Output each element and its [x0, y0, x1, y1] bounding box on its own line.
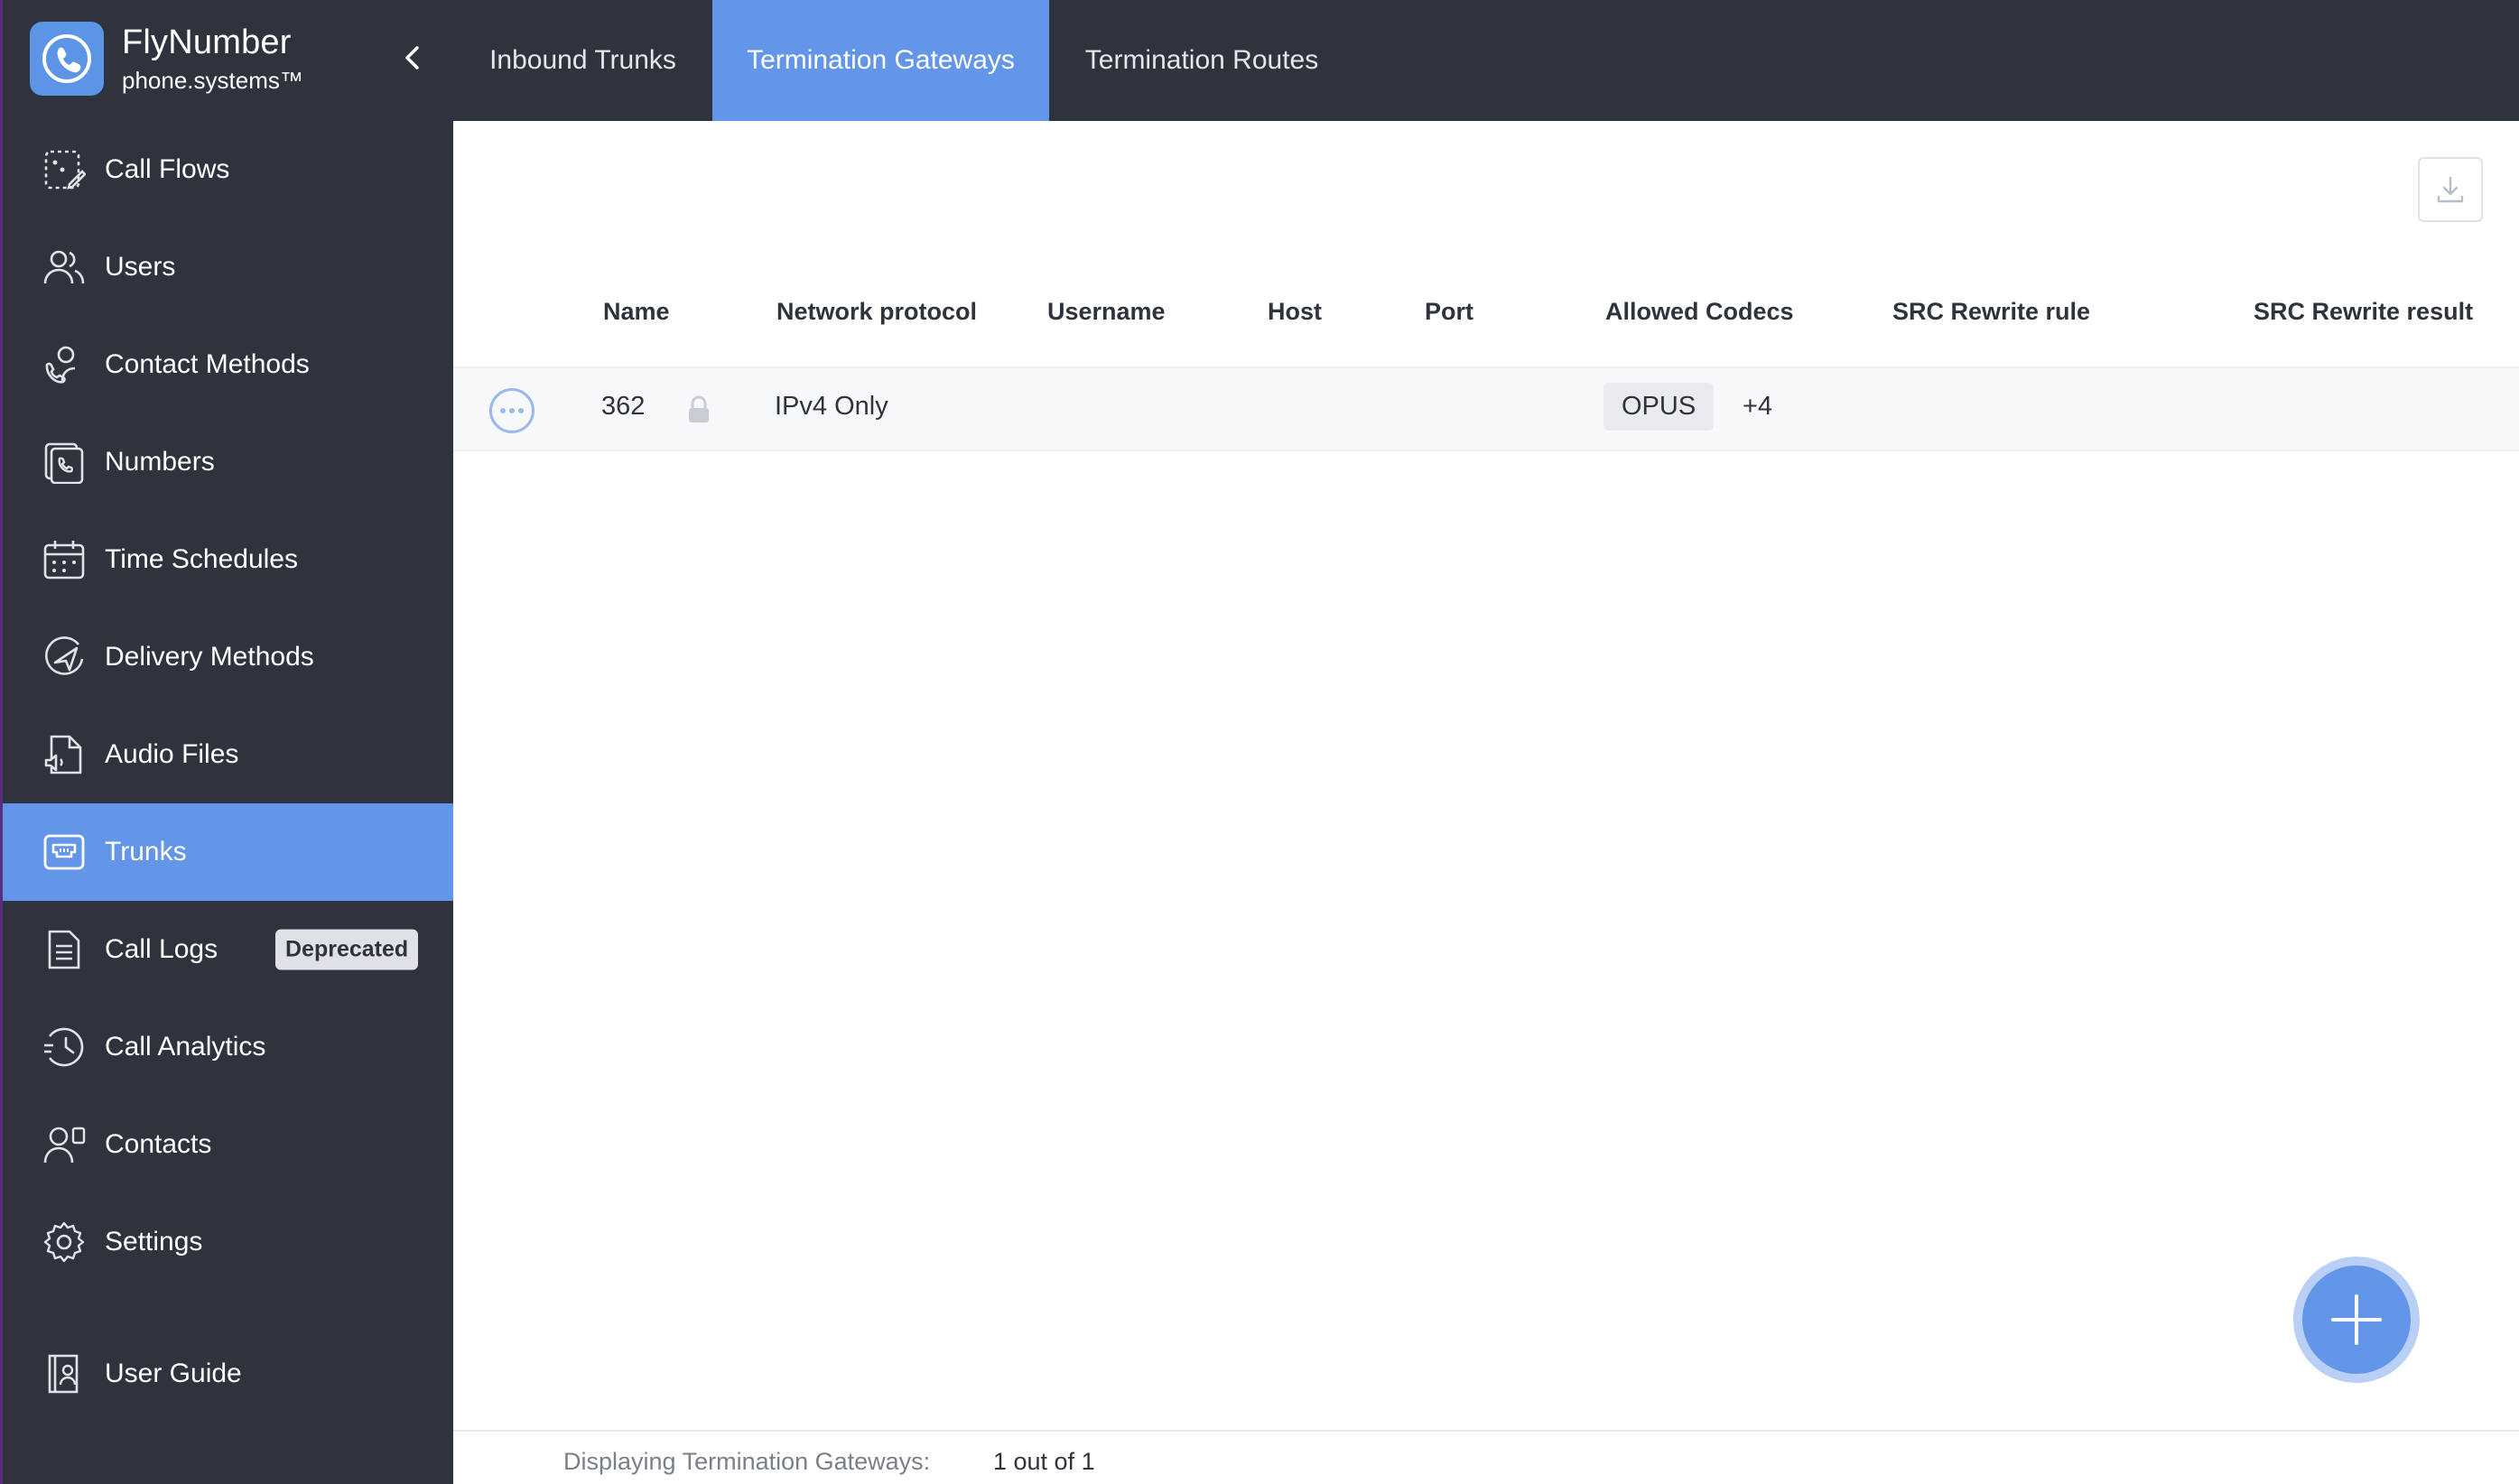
sidebar: FlyNumber phone.systems™ Call Flows User… — [0, 0, 453, 1484]
sidebar-item-user-guide[interactable]: User Guide — [3, 1325, 453, 1423]
footer-count: 1 out of 1 — [993, 1448, 1095, 1475]
sidebar-item-label: User Guide — [105, 1359, 242, 1388]
sidebar-item-label: Trunks — [105, 837, 187, 867]
sidebar-item-label: Users — [105, 252, 176, 282]
column-header-network-protocol[interactable]: Network protocol — [776, 298, 977, 326]
sidebar-item-label: Call Flows — [105, 154, 230, 184]
row-actions-button[interactable] — [489, 388, 534, 433]
deprecated-badge: Deprecated — [275, 929, 419, 970]
users-icon — [43, 250, 85, 284]
lock-icon — [689, 395, 709, 422]
chevron-left-icon — [405, 46, 419, 70]
cell-name: 362 — [601, 392, 646, 421]
sidebar-item-settings[interactable]: Settings — [3, 1193, 453, 1291]
sidebar-item-call-analytics[interactable]: Call Analytics — [3, 998, 453, 1096]
brand-subtitle: phone.systems™ — [122, 67, 303, 94]
call-logs-icon — [48, 930, 80, 969]
contacts-icon — [43, 1127, 86, 1164]
column-header-src-rewrite-rule[interactable]: SRC Rewrite rule — [1892, 298, 2090, 326]
column-header-name[interactable]: Name — [603, 298, 670, 326]
column-header-allowed-codecs[interactable]: Allowed Codecs — [1605, 298, 1794, 326]
column-header-username[interactable]: Username — [1047, 298, 1166, 326]
more-codecs-link[interactable]: +4 — [1743, 392, 1772, 422]
sidebar-item-call-flows[interactable]: Call Flows — [3, 121, 453, 218]
sidebar-item-label: Delivery Methods — [105, 642, 314, 672]
column-header-port[interactable]: Port — [1425, 298, 1473, 326]
more-horizontal-icon — [500, 408, 524, 413]
brand[interactable]: FlyNumber phone.systems™ — [30, 20, 427, 97]
user-guide-icon — [48, 1354, 79, 1394]
top-tab-bar: Inbound Trunks Termination Gateways Term… — [453, 0, 2519, 121]
call-flows-icon — [44, 150, 86, 190]
sidebar-item-time-schedules[interactable]: Time Schedules — [3, 511, 453, 608]
column-header-host[interactable]: Host — [1268, 298, 1322, 326]
download-button[interactable] — [2418, 157, 2483, 222]
sidebar-item-contact-methods[interactable]: Contact Methods — [3, 316, 453, 413]
sidebar-item-label: Call Analytics — [105, 1032, 266, 1062]
table-row[interactable]: 362 IPv4 Only OPUS +4 — [453, 368, 2519, 451]
sidebar-item-label: Settings — [105, 1227, 203, 1257]
cell-network-protocol: IPv4 Only — [775, 392, 888, 421]
numbers-icon — [44, 442, 84, 484]
table-footer: Displaying Termination Gateways: 1 out o… — [453, 1430, 2519, 1484]
sidebar-item-label: Time Schedules — [105, 544, 298, 574]
column-header-src-rewrite-result[interactable]: SRC Rewrite result — [2254, 298, 2473, 326]
footer-label: Displaying Termination Gateways: — [563, 1448, 931, 1475]
plus-icon — [2331, 1294, 2382, 1345]
sidebar-item-label: Audio Files — [105, 739, 239, 769]
contact-methods-icon — [45, 346, 76, 384]
tab-inbound-trunks[interactable]: Inbound Trunks — [453, 0, 712, 121]
sidebar-item-label: Call Logs — [105, 934, 218, 964]
sidebar-item-call-logs[interactable]: Call Logs Deprecated — [3, 901, 453, 998]
tab-termination-gateways[interactable]: Termination Gateways — [712, 0, 1049, 121]
trunk-icon — [43, 834, 85, 870]
sidebar-item-audio-files[interactable]: Audio Files — [3, 706, 453, 803]
download-icon — [2437, 176, 2464, 203]
sidebar-item-label: Numbers — [105, 447, 215, 477]
sidebar-item-users[interactable]: Users — [3, 218, 453, 316]
sidebar-item-contacts[interactable]: Contacts — [3, 1096, 453, 1193]
collapse-sidebar-button[interactable] — [395, 40, 431, 76]
sidebar-item-trunks[interactable]: Trunks — [3, 803, 453, 901]
gear-icon — [43, 1221, 85, 1263]
audio-file-icon — [44, 735, 82, 774]
sidebar-item-delivery-methods[interactable]: Delivery Methods — [3, 608, 453, 706]
add-gateway-button[interactable] — [2302, 1266, 2411, 1374]
sidebar-item-label: Contacts — [105, 1129, 212, 1159]
sidebar-item-label: Contact Methods — [105, 349, 310, 379]
calendar-icon — [43, 541, 85, 580]
phone-logo-icon — [30, 22, 104, 96]
brand-name: FlyNumber — [122, 23, 292, 61]
analytics-icon — [44, 1027, 84, 1067]
tab-termination-routes[interactable]: Termination Routes — [1049, 0, 1354, 121]
codec-chip: OPUS — [1603, 383, 1715, 431]
delivery-icon — [45, 636, 84, 675]
sidebar-item-numbers[interactable]: Numbers — [3, 413, 453, 511]
